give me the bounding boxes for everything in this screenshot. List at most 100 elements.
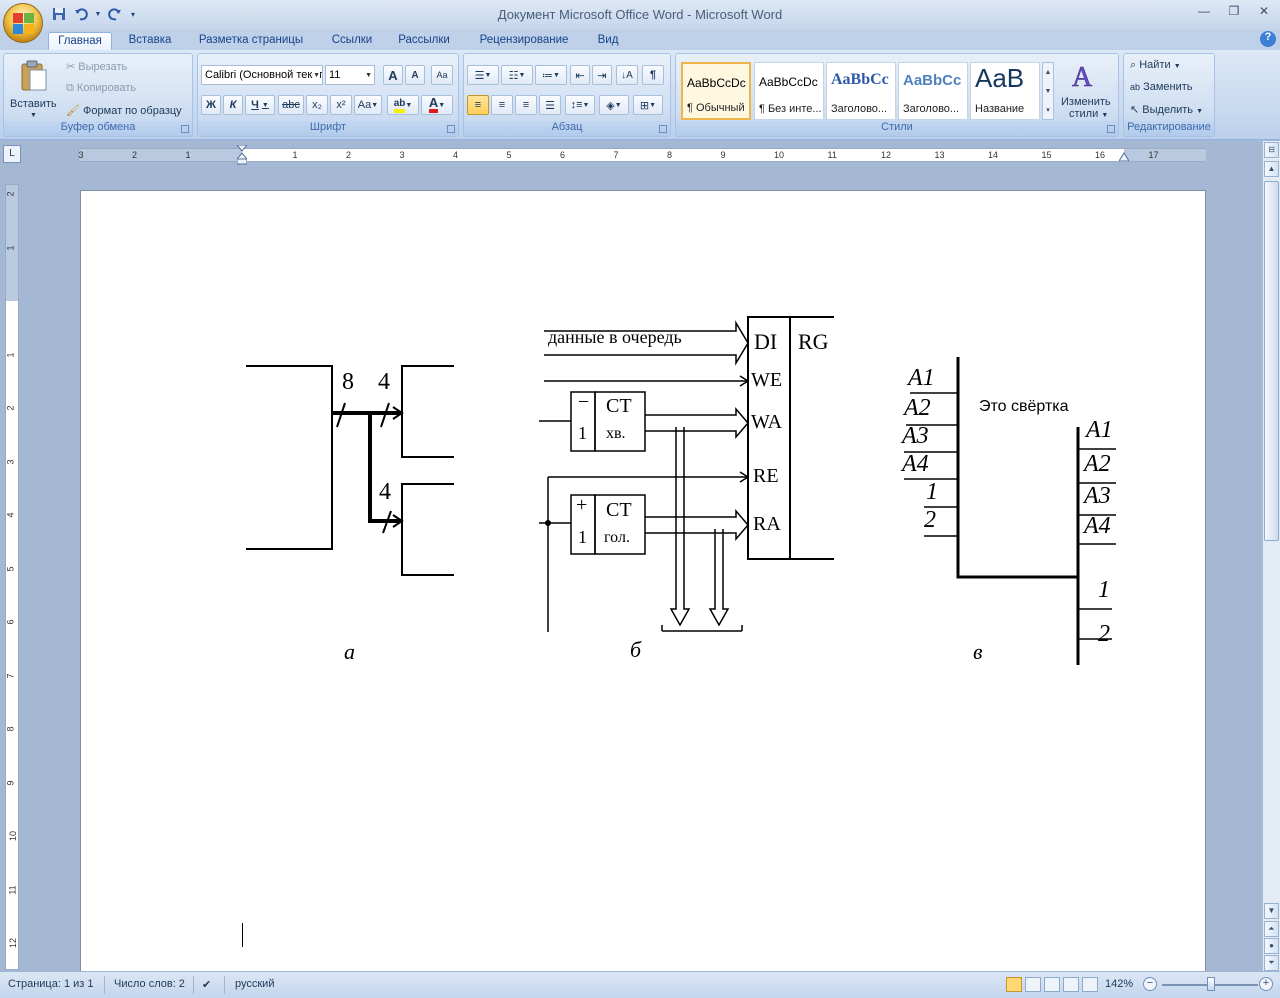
tab-review[interactable]: Рецензирование — [470, 32, 578, 51]
office-button[interactable] — [3, 3, 43, 43]
zoom-level[interactable]: 142% — [1105, 978, 1133, 990]
format-painter-button[interactable]: 🖌 Формат по образцу — [66, 104, 182, 117]
strikethrough-button[interactable]: abc — [278, 95, 304, 115]
paragraph-launcher-icon[interactable] — [659, 125, 667, 133]
justify-button[interactable]: ☰ — [539, 95, 561, 115]
scroll-down-icon[interactable]: ▼ — [1043, 82, 1053, 101]
ruler-toggle-icon[interactable]: ⊟ — [1264, 142, 1279, 158]
multilevel-list-button[interactable]: ≔ ▼ — [535, 65, 567, 85]
outline-view-icon[interactable] — [1063, 977, 1079, 992]
help-icon[interactable]: ? — [1260, 31, 1276, 47]
style-title[interactable]: AaB Название — [970, 62, 1040, 120]
tab-insert[interactable]: Вставка — [122, 32, 178, 51]
tab-home[interactable]: Главная — [48, 32, 112, 51]
scroll-up-icon[interactable]: ▲ — [1043, 63, 1053, 82]
subscript-button[interactable]: x₂ — [306, 95, 328, 115]
align-left-button[interactable]: ≡ — [467, 95, 489, 115]
style-name: Заголово... — [903, 103, 960, 115]
right-indent-marker-icon[interactable] — [1118, 151, 1130, 164]
align-right-button[interactable]: ≡ — [515, 95, 537, 115]
font-name-combo[interactable]: Calibri (Основной текст) ▼ — [201, 65, 323, 85]
tab-page-layout[interactable]: Разметка страницы — [192, 32, 310, 51]
style-heading-2[interactable]: AaBbCc Заголово... — [898, 62, 968, 120]
figure-svg — [246, 316, 1116, 665]
spelling-check-icon[interactable]: ✔ — [202, 978, 211, 991]
scroll-up-icon[interactable]: ▲ — [1264, 161, 1279, 177]
clear-formatting-button[interactable]: Aa — [431, 65, 453, 85]
zoom-slider-thumb[interactable] — [1207, 977, 1215, 991]
minimize-icon[interactable]: — — [1194, 4, 1214, 20]
change-styles-label: Изменить — [1061, 96, 1111, 108]
style-heading-1[interactable]: AaBbCc Заголово... — [826, 62, 896, 120]
shading-button[interactable]: ◈ ▼ — [599, 95, 629, 115]
clipboard-launcher-icon[interactable] — [181, 125, 189, 133]
zoom-in-icon[interactable]: + — [1259, 977, 1273, 991]
italic-button[interactable]: К — [223, 95, 243, 115]
label-rg: RG — [798, 329, 829, 354]
bullets-button[interactable]: ☰ ▼ — [467, 65, 499, 85]
font-size-value: 11 — [329, 69, 341, 81]
ruler-tick: 3 — [78, 150, 84, 160]
copy-button[interactable]: ⧉ Копировать — [66, 82, 136, 95]
scroll-down-icon[interactable]: ▼ — [1264, 903, 1279, 919]
more-styles-icon[interactable]: ▾ — [1043, 101, 1053, 120]
font-size-combo[interactable]: 11 ▼ — [325, 65, 375, 85]
tab-view[interactable]: Вид — [590, 32, 626, 51]
horizontal-ruler[interactable]: 3 2 1 1 2 3 4 5 6 7 8 9 10 11 12 13 14 15 16 17 — [78, 144, 1206, 165]
style-no-spacing[interactable]: AaBbCcDc ¶ Без инте... — [754, 62, 824, 120]
align-center-button[interactable]: ≡ — [491, 95, 513, 115]
replace-button[interactable]: ab Заменить — [1130, 81, 1193, 93]
draft-view-icon[interactable] — [1082, 977, 1098, 992]
annotation-text[interactable]: Это свёртка — [979, 398, 1069, 416]
web-layout-icon[interactable] — [1044, 977, 1060, 992]
find-button[interactable]: ⌕ Найти ▼ — [1130, 59, 1181, 72]
bold-button[interactable]: Ж — [201, 95, 221, 115]
borders-button[interactable]: ⊞ ▼ — [633, 95, 663, 115]
word-count[interactable]: Число слов: 2 — [114, 978, 185, 990]
ruler-tick: 6 — [5, 619, 16, 625]
indent-marker-icon[interactable] — [235, 144, 249, 165]
page-count[interactable]: Страница: 1 из 1 — [8, 978, 94, 990]
decrease-indent-button[interactable]: ⇤ — [570, 65, 590, 85]
change-case-button[interactable]: Aa ▼ — [354, 95, 382, 115]
vertical-ruler[interactable]: 2 1 1 2 3 4 5 6 7 8 9 10 11 12 — [5, 184, 19, 970]
line-spacing-button[interactable]: ↕≡ ▼ — [565, 95, 595, 115]
shrink-font-button[interactable]: A — [405, 65, 425, 85]
highlight-button[interactable]: ab ▼ — [387, 95, 419, 115]
increase-indent-button[interactable]: ⇥ — [592, 65, 612, 85]
cut-button[interactable]: ✂ Вырезать — [66, 60, 127, 73]
tab-references[interactable]: Ссылки — [324, 32, 380, 51]
close-icon[interactable]: ✕ — [1254, 4, 1274, 20]
show-marks-button[interactable]: ¶ — [642, 65, 664, 85]
superscript-button[interactable]: x² — [330, 95, 352, 115]
tab-mailings[interactable]: Рассылки — [392, 32, 456, 51]
next-page-icon[interactable]: ⏷ — [1264, 955, 1279, 971]
style-normal[interactable]: AaBbCcDc ¶ Обычный — [681, 62, 751, 120]
select-browse-object-icon[interactable]: ● — [1264, 938, 1279, 954]
document-page[interactable]: 8 4 4 данные в очередь DI RG WE WA RE RA… — [80, 190, 1206, 971]
underline-button[interactable]: Ч ▼ — [245, 95, 275, 115]
left-a4: A4 — [902, 451, 929, 477]
font-group: Calibri (Основной текст) ▼ 11 ▼ A A Aa Ж… — [197, 53, 459, 137]
sort-button[interactable]: ↓A — [616, 65, 638, 85]
change-styles-button[interactable]: A Изменить стили ▼ — [1058, 56, 1114, 120]
font-launcher-icon[interactable] — [447, 125, 455, 133]
full-screen-reading-icon[interactable] — [1025, 977, 1041, 992]
left-margin-area — [79, 149, 242, 161]
zoom-out-icon[interactable]: − — [1143, 977, 1157, 991]
font-color-button[interactable]: A ▼ — [421, 95, 453, 115]
numbering-button[interactable]: ☷ ▼ — [501, 65, 533, 85]
language[interactable]: русский — [235, 978, 274, 990]
print-layout-view-icon[interactable] — [1006, 977, 1022, 992]
figure-image[interactable]: 8 4 4 данные в очередь DI RG WE WA RE RA… — [246, 309, 1126, 671]
tab-stop-selector[interactable]: L — [3, 145, 21, 163]
paste-button[interactable]: Вставить ▼ — [10, 58, 57, 120]
scroll-thumb[interactable] — [1264, 181, 1279, 541]
prev-page-icon[interactable]: ⏶ — [1264, 921, 1279, 937]
select-button[interactable]: ↖ Выделить ▼ — [1130, 103, 1203, 116]
styles-scroll[interactable]: ▲ ▼ ▾ — [1042, 62, 1054, 120]
styles-launcher-icon[interactable] — [1107, 125, 1115, 133]
restore-icon[interactable]: ❐ — [1224, 4, 1244, 20]
vertical-scrollbar[interactable]: ⊟ ▲ ▼ ⏶ ● ⏷ — [1262, 141, 1280, 971]
grow-font-button[interactable]: A — [383, 65, 403, 85]
